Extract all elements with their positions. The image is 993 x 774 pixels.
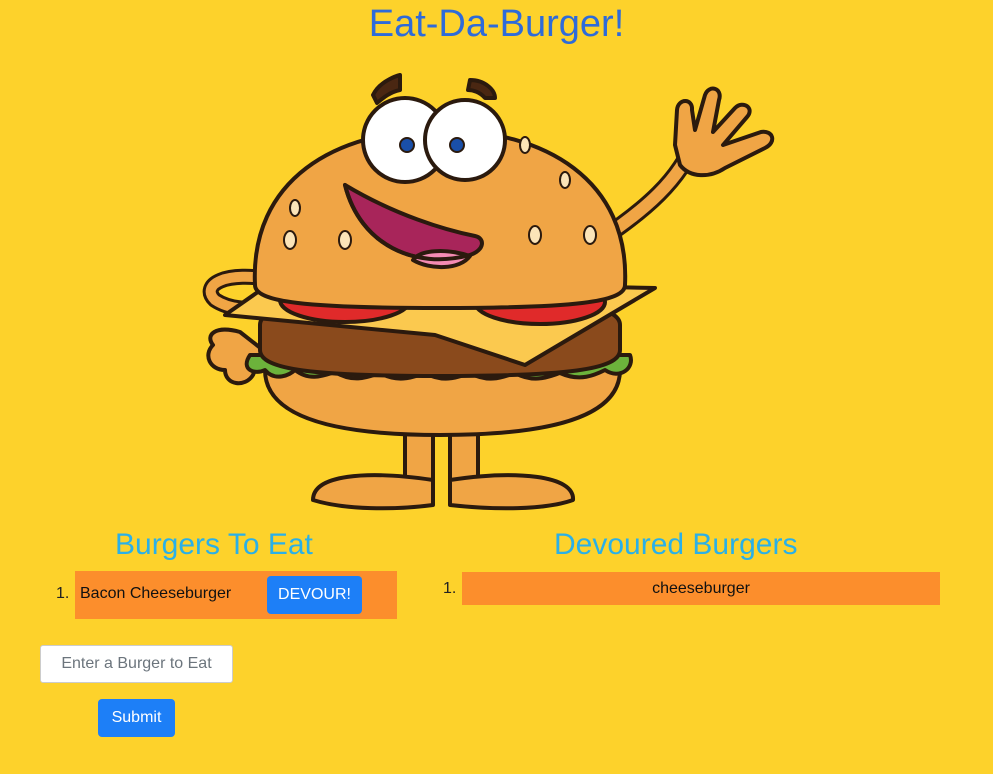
list-item-number: 1.: [56, 585, 70, 602]
submit-button[interactable]: Submit: [98, 699, 175, 737]
burger-name: Bacon Cheeseburger: [80, 585, 232, 602]
devour-button[interactable]: DEVOUR!: [267, 576, 362, 614]
list-item-number: 1.: [443, 580, 457, 597]
page-title: Eat-Da-Burger!: [368, 3, 625, 45]
burger-mascot-icon: [202, 73, 775, 511]
burger-name: cheeseburger: [652, 580, 750, 597]
burgers-to-eat-heading: Burgers To Eat: [115, 528, 313, 561]
list-item: cheeseburger: [462, 572, 940, 605]
devoured-burgers-heading: Devoured Burgers: [554, 528, 798, 561]
list-item: Bacon Cheeseburger DEVOUR!: [75, 571, 397, 619]
burger-name-input[interactable]: [40, 645, 233, 683]
